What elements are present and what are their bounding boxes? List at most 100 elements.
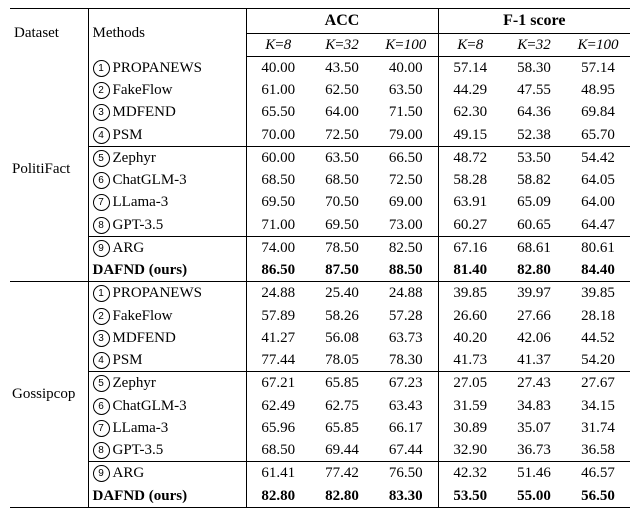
value-cell: 60.27 xyxy=(438,214,502,237)
value-cell: 67.16 xyxy=(438,236,502,259)
method-index-icon: 8 xyxy=(93,442,110,459)
value-cell: 56.50 xyxy=(566,485,630,508)
method-index-icon: 4 xyxy=(93,352,110,369)
method-cell: 6ChatGLM-3 xyxy=(88,395,246,417)
value-cell: 40.20 xyxy=(438,327,502,349)
method-name: PROPANEWS xyxy=(113,60,202,76)
value-cell: 67.23 xyxy=(374,372,438,395)
value-cell: 57.89 xyxy=(246,305,310,327)
method-cell: 7LLama-3 xyxy=(88,417,246,439)
table-row: PolitiFact1PROPANEWS40.0043.5040.0057.14… xyxy=(10,56,630,79)
value-cell: 61.00 xyxy=(246,79,310,101)
value-cell: 35.07 xyxy=(502,417,566,439)
value-cell: 65.85 xyxy=(310,372,374,395)
value-cell: 82.50 xyxy=(374,236,438,259)
value-cell: 28.18 xyxy=(566,305,630,327)
method-cell: 7LLama-3 xyxy=(88,191,246,213)
method-index-icon: 6 xyxy=(93,172,110,189)
value-cell: 27.43 xyxy=(502,372,566,395)
value-cell: 65.70 xyxy=(566,124,630,147)
value-cell: 58.28 xyxy=(438,169,502,191)
dataset-cell: PolitiFact xyxy=(10,56,88,282)
method-index-icon: 3 xyxy=(93,104,110,121)
method-cell: 1PROPANEWS xyxy=(88,56,246,79)
k-col-f1-1: K=32 xyxy=(502,33,566,56)
value-cell: 65.09 xyxy=(502,191,566,213)
table-row: 6ChatGLM-362.4962.7563.4331.5934.8334.15 xyxy=(10,395,630,417)
value-cell: 39.97 xyxy=(502,282,566,305)
value-cell: 68.50 xyxy=(246,169,310,191)
method-cell: DAFND (ours) xyxy=(88,259,246,282)
value-cell: 32.90 xyxy=(438,439,502,462)
method-name: MDFEND xyxy=(113,330,176,346)
method-index-icon: 4 xyxy=(93,127,110,144)
method-index-icon: 5 xyxy=(93,375,110,392)
value-cell: 58.82 xyxy=(502,169,566,191)
value-cell: 55.00 xyxy=(502,485,566,508)
method-index-icon: 2 xyxy=(93,308,110,325)
method-cell: 5Zephyr xyxy=(88,372,246,395)
method-cell: 3MDFEND xyxy=(88,101,246,123)
value-cell: 30.89 xyxy=(438,417,502,439)
value-cell: 79.00 xyxy=(374,124,438,147)
value-cell: 47.55 xyxy=(502,79,566,101)
value-cell: 31.59 xyxy=(438,395,502,417)
method-name: Zephyr xyxy=(113,150,156,166)
value-cell: 63.50 xyxy=(374,79,438,101)
value-cell: 39.85 xyxy=(438,282,502,305)
method-index-icon: 2 xyxy=(93,82,110,99)
header-f1: F-1 score xyxy=(438,9,630,34)
value-cell: 88.50 xyxy=(374,259,438,282)
table-row: 7LLama-365.9665.8566.1730.8935.0731.74 xyxy=(10,417,630,439)
method-name: GPT-3.5 xyxy=(113,442,164,458)
results-table: Dataset Methods ACC F-1 score K=8 K=32 K… xyxy=(10,8,630,508)
value-cell: 60.65 xyxy=(502,214,566,237)
method-name: Zephyr xyxy=(113,375,156,391)
value-cell: 68.61 xyxy=(502,236,566,259)
header-acc: ACC xyxy=(246,9,438,34)
table-row: 4PSM70.0072.5079.0049.1552.3865.70 xyxy=(10,124,630,147)
method-cell: 9ARG xyxy=(88,462,246,485)
value-cell: 62.75 xyxy=(310,395,374,417)
value-cell: 27.67 xyxy=(566,372,630,395)
value-cell: 34.15 xyxy=(566,395,630,417)
value-cell: 69.84 xyxy=(566,101,630,123)
value-cell: 72.50 xyxy=(310,124,374,147)
value-cell: 53.50 xyxy=(438,485,502,508)
value-cell: 46.57 xyxy=(566,462,630,485)
k-col-f1-2: K=100 xyxy=(566,33,630,56)
value-cell: 42.32 xyxy=(438,462,502,485)
value-cell: 64.00 xyxy=(566,191,630,213)
value-cell: 64.36 xyxy=(502,101,566,123)
method-name: DAFND (ours) xyxy=(93,262,188,278)
table-row: 9ARG61.4177.4276.5042.3251.4646.57 xyxy=(10,462,630,485)
value-cell: 74.00 xyxy=(246,236,310,259)
table-row: Gossipcop1PROPANEWS24.8825.4024.8839.853… xyxy=(10,282,630,305)
value-cell: 87.50 xyxy=(310,259,374,282)
method-index-icon: 3 xyxy=(93,330,110,347)
method-cell: 8GPT-3.5 xyxy=(88,439,246,462)
value-cell: 34.83 xyxy=(502,395,566,417)
value-cell: 63.73 xyxy=(374,327,438,349)
value-cell: 65.96 xyxy=(246,417,310,439)
value-cell: 69.50 xyxy=(310,214,374,237)
value-cell: 63.50 xyxy=(310,146,374,169)
method-cell: 1PROPANEWS xyxy=(88,282,246,305)
method-name: ChatGLM-3 xyxy=(113,172,187,188)
table-row: DAFND (ours)82.8082.8083.3053.5055.0056.… xyxy=(10,485,630,508)
method-cell: 5Zephyr xyxy=(88,146,246,169)
table-row: DAFND (ours)86.5087.5088.5081.4082.8084.… xyxy=(10,259,630,282)
method-name: FakeFlow xyxy=(113,82,173,98)
value-cell: 83.30 xyxy=(374,485,438,508)
value-cell: 61.41 xyxy=(246,462,310,485)
k-col-f1-0: K=8 xyxy=(438,33,502,56)
value-cell: 56.08 xyxy=(310,327,374,349)
method-cell: 9ARG xyxy=(88,236,246,259)
value-cell: 71.00 xyxy=(246,214,310,237)
value-cell: 69.50 xyxy=(246,191,310,213)
table-row: 7LLama-369.5070.5069.0063.9165.0964.00 xyxy=(10,191,630,213)
method-name: DAFND (ours) xyxy=(93,488,188,504)
method-name: LLama-3 xyxy=(113,194,169,210)
value-cell: 42.06 xyxy=(502,327,566,349)
method-cell: 4PSM xyxy=(88,349,246,372)
